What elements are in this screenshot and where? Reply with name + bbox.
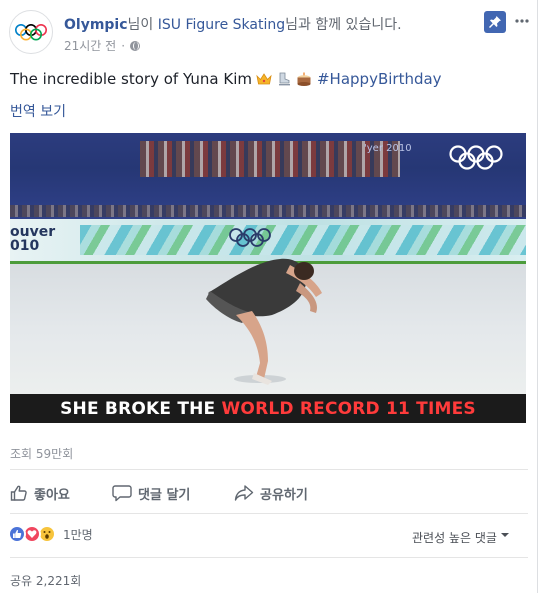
hashtag-link[interactable]: #HappyBirthday [317,70,442,88]
post-text: The incredible story of Yuna Kim #HappyB… [10,70,442,88]
caption-red: WORLD RECORD 11 TIMES [221,398,476,419]
with-text-1: 님이 [127,17,158,33]
share-label: 공유하기 [260,487,308,503]
divider-top [10,469,528,470]
reaction-summary[interactable]: 1만명 [8,525,93,543]
post-timestamp[interactable]: 21시간 전 [64,37,116,54]
comment-label: 댓글 달기 [138,487,191,503]
ice-skate-emoji [278,72,290,86]
share-count[interactable]: 공유 2,221회 [10,572,81,589]
globe-icon [130,40,141,51]
comment-sort-label: 관련성 높은 댓글 [412,531,497,545]
video-caption: SHE BROKE THE WORLD RECORD 11 TIMES [60,399,476,419]
video-player[interactable]: 'yer 2010 ouver 010 SHE BROKE THE WORLD … [10,133,526,423]
caret-down-icon [500,532,509,537]
post-meta: 21시간 전 · [64,37,141,54]
translate-link[interactable]: 번역 보기 [10,101,66,121]
comment-bubble-icon [112,485,132,502]
thumbs-up-icon [10,485,27,501]
video-caption-bar: SHE BROKE THE WORLD RECORD 11 TIMES [10,394,526,423]
comment-button[interactable]: 댓글 달기 [112,480,190,506]
divider-bottom [10,557,528,558]
post-actions: 좋아요 댓글 달기 공유하기 [0,480,538,506]
divider-middle [10,513,528,514]
share-arrow-icon [234,485,254,501]
reaction-count[interactable]: 1만명 [63,526,93,543]
skater-figure [206,258,322,385]
crown-emoji [256,73,272,85]
meta-dot: · [121,38,126,53]
page-name-link[interactable]: Olympic [64,17,128,33]
post-body: The incredible story of Yuna Kim [10,70,252,88]
post-header: Olympic님이 ISU Figure Skating님과 함께 있습니다. [64,14,402,34]
like-button[interactable]: 좋아요 [10,480,70,506]
caption-white: SHE BROKE THE [60,398,222,419]
with-text-2: 님과 함께 있습니다. [285,17,402,33]
like-label: 좋아요 [34,487,70,503]
tagged-page-link[interactable]: ISU Figure Skating [158,17,285,33]
like-reaction-icon [8,525,26,543]
more-icon[interactable] [512,12,532,30]
post-card: Olympic님이 ISU Figure Skating님과 함께 있습니다. … [0,0,538,593]
olympic-rings-logo [15,24,47,41]
page-avatar[interactable] [9,10,53,54]
comment-sort-dropdown[interactable]: 관련성 높은 댓글 [412,529,509,546]
pin-icon[interactable] [484,11,506,33]
view-count: 조회 59만회 [10,447,74,461]
birthday-cake-emoji [297,72,311,86]
share-button[interactable]: 공유하기 [234,480,308,506]
